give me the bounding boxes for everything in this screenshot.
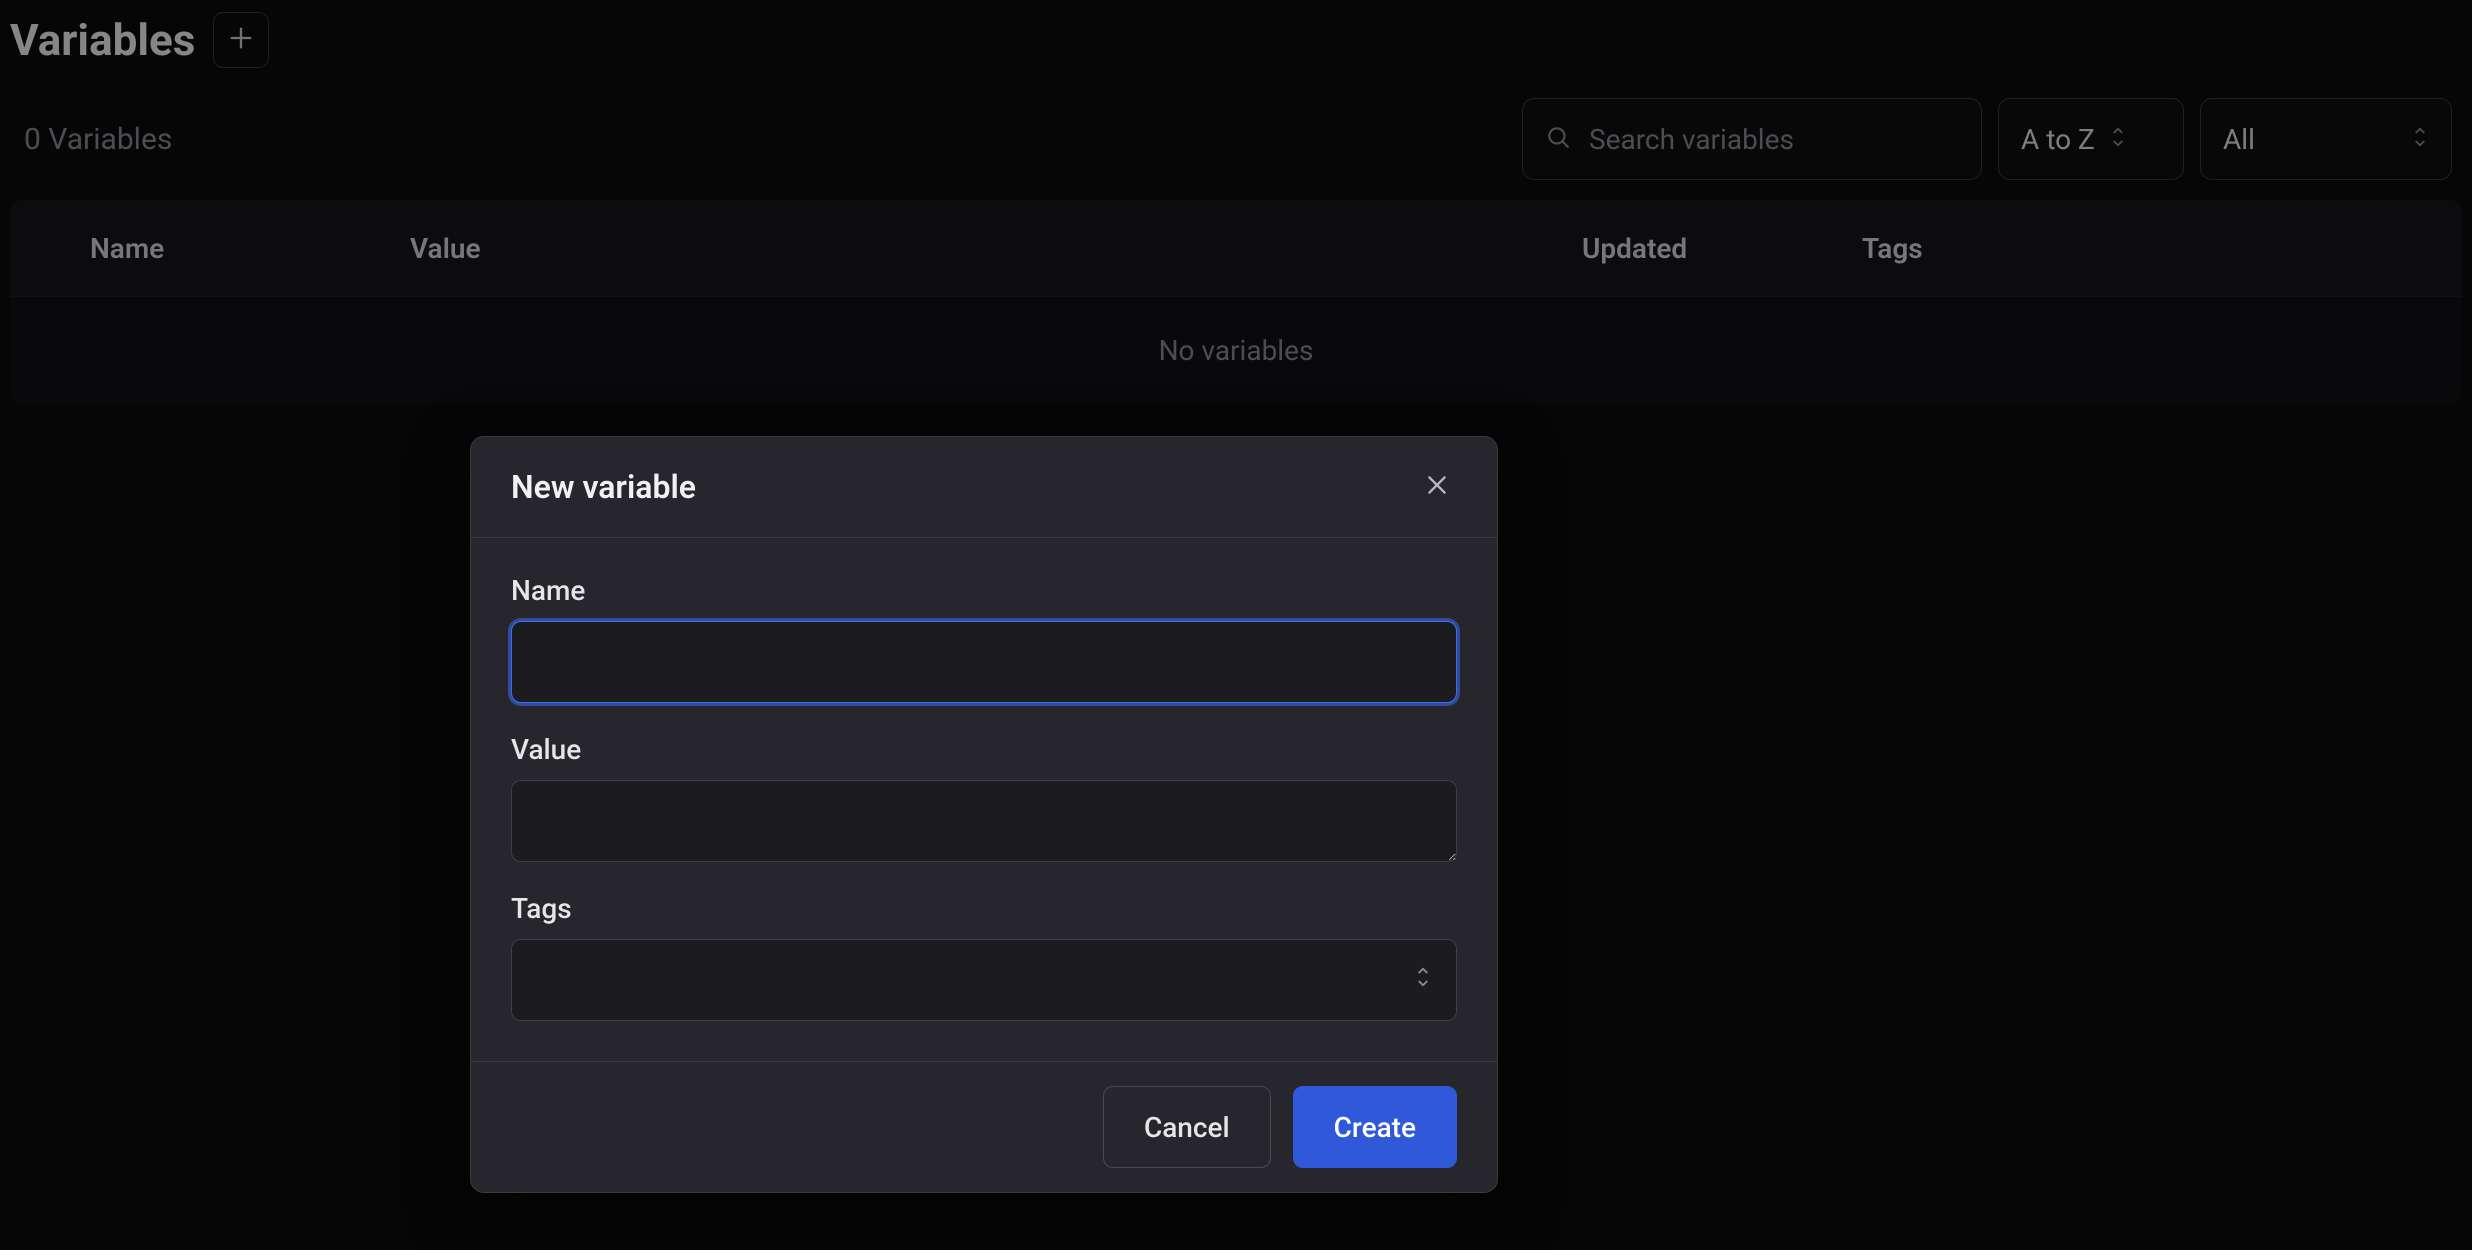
new-variable-modal: New variable Name Value Tags	[470, 436, 1498, 1193]
value-field-group: Value	[511, 733, 1457, 862]
tags-select[interactable]	[511, 939, 1457, 1021]
tags-label: Tags	[511, 892, 1457, 925]
close-button[interactable]	[1417, 467, 1457, 507]
close-icon	[1424, 472, 1450, 502]
tags-field-group: Tags	[511, 892, 1457, 1021]
value-input[interactable]	[511, 780, 1457, 862]
modal-header: New variable	[471, 437, 1497, 538]
name-label: Name	[511, 574, 1457, 607]
name-field-group: Name	[511, 574, 1457, 703]
value-label: Value	[511, 733, 1457, 766]
modal-footer: Cancel Create	[471, 1061, 1497, 1192]
modal-title: New variable	[511, 468, 696, 506]
create-button[interactable]: Create	[1293, 1086, 1457, 1168]
chevron-up-down-icon	[1414, 965, 1432, 996]
cancel-button[interactable]: Cancel	[1103, 1086, 1271, 1168]
modal-body: Name Value Tags	[471, 538, 1497, 1061]
name-input[interactable]	[511, 621, 1457, 703]
